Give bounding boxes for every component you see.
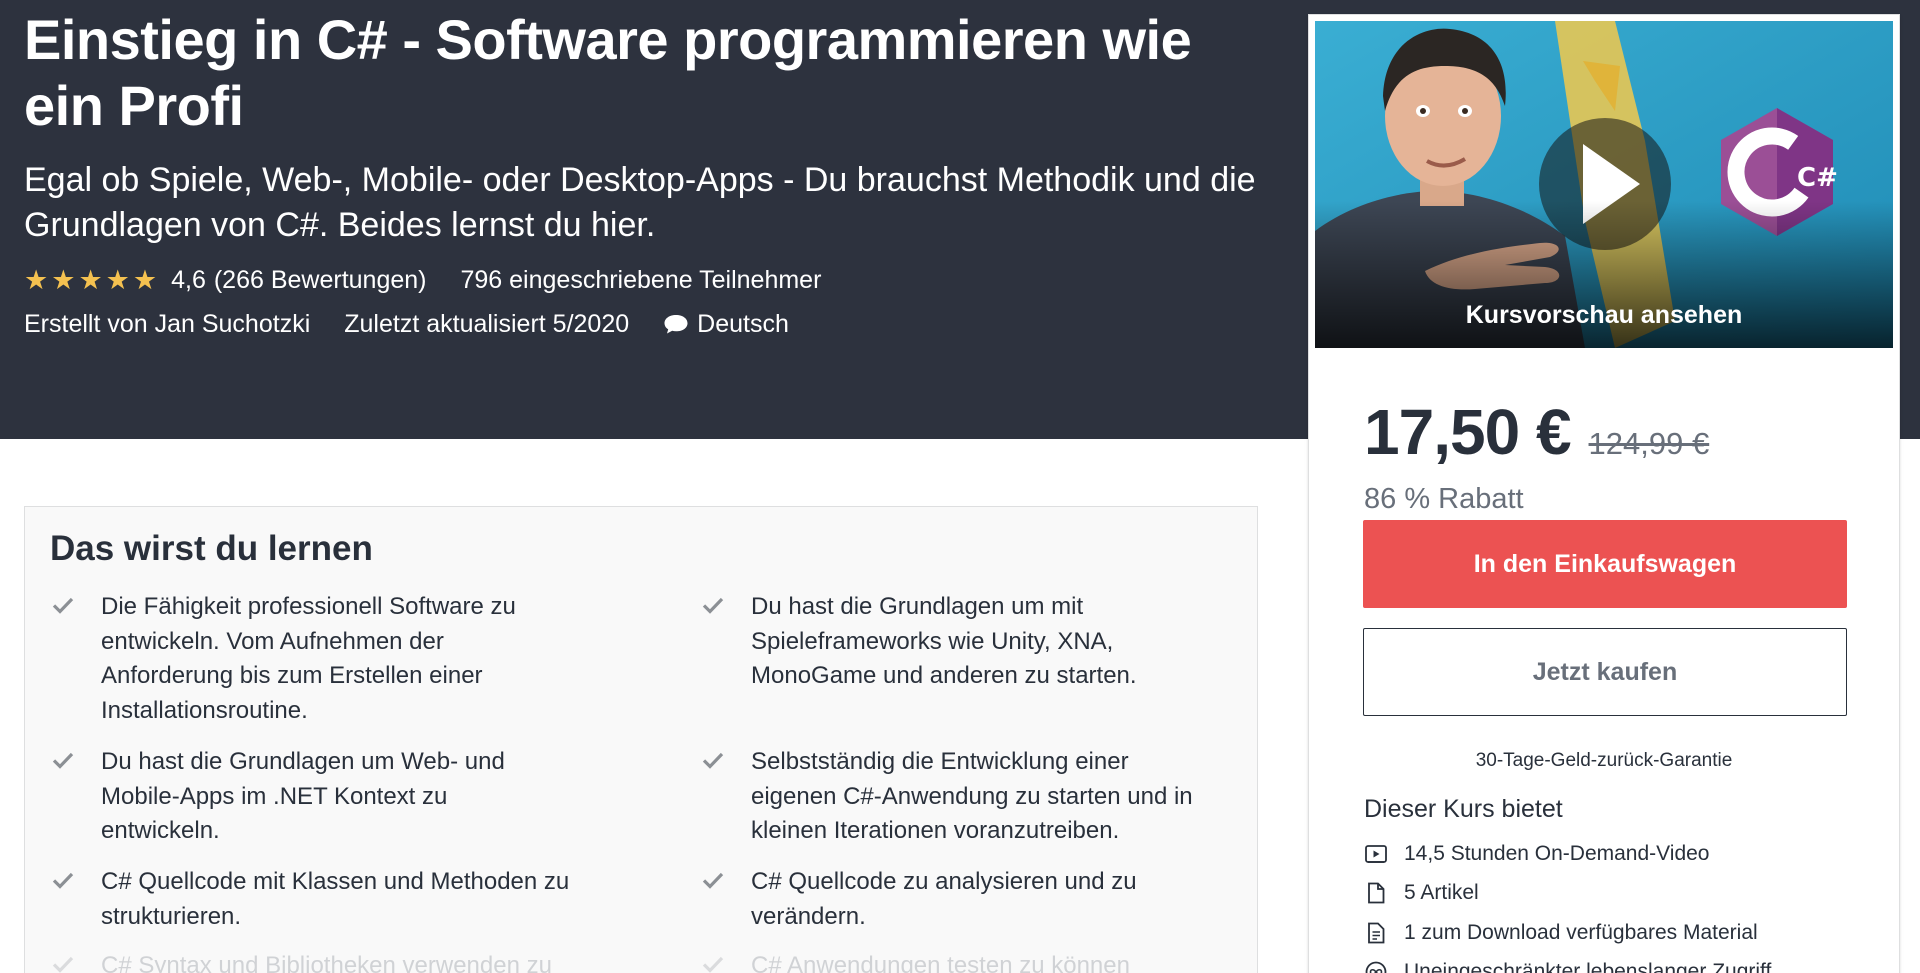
rating-stars: ★ ★ ★ ★ ★ [24, 265, 157, 296]
rating-value: 4,6 [171, 265, 206, 294]
discount-label: 86 % Rabatt [1364, 483, 1524, 515]
download-file-icon [1364, 921, 1404, 945]
course-preview[interactable]: C# Kursvorschau ansehen [1315, 21, 1893, 348]
star-icon: ★ [105, 264, 130, 295]
includes-item: 5 Artikel [1364, 874, 1771, 914]
includes-title: Dieser Kurs bietet [1364, 795, 1563, 823]
price-row: 17,50 € 124,99 € [1364, 395, 1709, 469]
file-icon [1364, 881, 1404, 905]
learn-item: Du hast die Grundlagen um Web- und Mobil… [50, 745, 570, 865]
language-label: Deutsch [697, 309, 789, 338]
learn-item: C# Anwendungen testen zu können [700, 949, 1220, 973]
meta-row: Erstellt von Jan Suchotzki Zuletzt aktua… [24, 302, 1274, 346]
check-icon [700, 590, 751, 629]
learn-item: Selbstständig die Entwicklung einer eige… [700, 745, 1220, 865]
includes-item: Uneingeschränkter lebenslanger Zugriff [1364, 953, 1771, 973]
star-icon: ★ [78, 264, 103, 295]
current-price: 17,50 € [1364, 396, 1572, 468]
learn-title: Das wirst du lernen [50, 529, 373, 568]
learn-item: C# Syntax und Bibliotheken verwenden zu [50, 949, 570, 973]
learn-item: C# Quellcode zu analysieren und zu verän… [700, 865, 1220, 949]
course-subtitle: Egal ob Spiele, Web-, Mobile- oder Deskt… [24, 161, 1256, 244]
add-to-cart-button[interactable]: In den Einkaufswagen [1363, 520, 1847, 608]
includes-item: 14,5 Stunden On-Demand-Video [1364, 834, 1771, 874]
rating-row: ★ ★ ★ ★ ★ 4,6 (266 Bewertungen) 796 eing… [24, 258, 1274, 302]
check-icon [50, 949, 101, 973]
money-back-guarantee: 30-Tage-Geld-zurück-Garantie [1475, 750, 1733, 771]
language: Deutsch [663, 310, 789, 339]
check-icon [700, 865, 751, 904]
learn-item: C# Quellcode mit Klassen und Methoden zu… [50, 865, 570, 949]
check-icon [50, 865, 101, 904]
half-star-icon: ★ [132, 264, 158, 295]
last-updated: Zuletzt aktualisiert 5/2020 [344, 309, 630, 338]
learn-item: Die Fähigkeit professionell Software zu … [50, 590, 570, 745]
includes-item: 1 zum Download verfügbares Material [1364, 913, 1771, 953]
learn-column-left: Die Fähigkeit professionell Software zu … [50, 590, 570, 973]
rating-count[interactable]: (266 Bewertungen) [214, 266, 427, 295]
star-icon: ★ [51, 264, 76, 295]
author-link[interactable]: Erstellt von Jan Suchotzki [24, 310, 310, 339]
course-title: Einstieg in C# - Software programmieren … [24, 8, 1192, 137]
original-price: 124,99 € [1588, 426, 1710, 461]
includes-list: 14,5 Stunden On-Demand-Video 5 Artikel 1… [1364, 834, 1771, 973]
what-you-will-learn: Das wirst du lernen Die Fähigkeit profes… [24, 506, 1258, 973]
preview-label[interactable]: Kursvorschau ansehen [1315, 301, 1893, 330]
check-icon [700, 745, 751, 784]
learn-column-right: Du hast die Grundlagen um mit Spielefram… [700, 590, 1220, 973]
purchase-card: C# Kursvorschau ansehen 17,50 € 124,99 €… [1308, 14, 1900, 973]
check-icon [700, 949, 751, 973]
check-icon [50, 590, 101, 629]
check-icon [50, 745, 101, 784]
student-count: 796 eingeschriebene Teilnehmer [460, 265, 822, 294]
preview-thumbnail: C# [1315, 21, 1893, 348]
speech-bubble-icon [664, 315, 688, 334]
infinity-icon [1364, 960, 1404, 973]
buy-now-button[interactable]: Jetzt kaufen [1363, 628, 1847, 716]
video-icon [1364, 842, 1404, 866]
learn-item: Du hast die Grundlagen um mit Spielefram… [700, 590, 1220, 745]
star-icon: ★ [24, 264, 49, 295]
